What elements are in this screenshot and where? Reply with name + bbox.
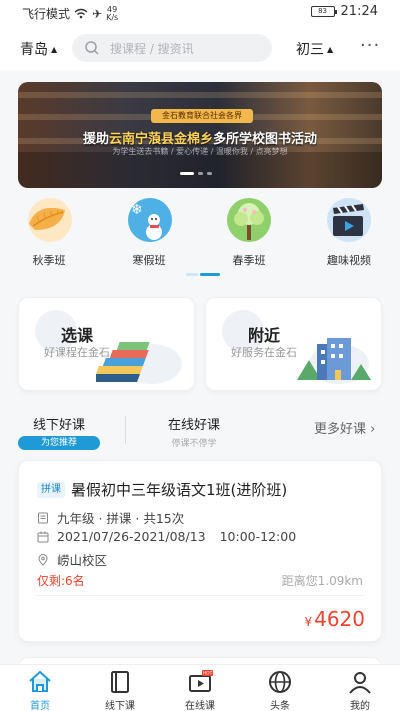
grade-selector[interactable]: 初三 ▲	[296, 39, 333, 59]
tab-divider	[125, 416, 126, 444]
person-icon	[349, 672, 371, 694]
calendar-icon	[37, 531, 49, 542]
top-header: 青岛 ▲ 搜课程 / 搜资讯 初三 ▲ ···	[0, 26, 400, 70]
category-autumn[interactable]: 秋季班	[14, 196, 84, 268]
course-type-badge: 拼课	[37, 482, 65, 498]
course-price: ¥4620	[304, 607, 365, 631]
city-selector[interactable]: 青岛 ▲	[20, 39, 57, 59]
chevron-right-icon: ›	[370, 422, 376, 437]
banner-org-tag: 金石教育联合社会各界	[151, 109, 253, 123]
book-icon	[111, 671, 129, 693]
document-icon	[38, 512, 48, 523]
course-tabs: 线下好课 为您推荐 在线好课 停课不停学 更多好课 ›	[0, 410, 400, 450]
tv-play-icon: HOT	[189, 670, 213, 692]
category-row: 秋季班 ❄ 寒假班 春季班 趣味视频	[0, 196, 400, 272]
banner-bookshelf-decor	[18, 92, 382, 98]
tab-tag: 停课不停学	[171, 439, 217, 449]
search-icon	[85, 41, 99, 55]
promo-title: 附近	[248, 326, 281, 345]
course-title: 暑假初中三年级语文1班(进阶班)	[71, 481, 288, 499]
search-placeholder: 搜课程 / 搜资讯	[110, 42, 194, 56]
svg-text:HOT: HOT	[203, 671, 213, 677]
promo-card-nearby[interactable]: 附近 好服务在金石	[205, 297, 382, 391]
course-campus-row: 崂山校区	[37, 550, 107, 569]
location-pin-icon	[38, 553, 48, 566]
caret-down-icon: ▲	[51, 45, 58, 54]
distance-label: 距离您1.09km	[281, 574, 363, 588]
books-icon	[96, 342, 182, 384]
category-fun-video[interactable]: 趣味视频	[314, 196, 384, 268]
category-scroll-indicator	[186, 273, 220, 276]
banner-dot	[198, 172, 203, 175]
banner-pagination	[180, 172, 212, 175]
banner-dot	[207, 172, 212, 175]
nav-home[interactable]: 首页	[10, 669, 70, 711]
caret-down-icon: ▲	[327, 45, 334, 54]
more-courses-link[interactable]: 更多好课 ›	[314, 418, 375, 437]
building-icon	[297, 338, 371, 384]
banner-subline: 为学生送去书籍 / 爱心传递 / 温暖你我 / 点亮梦想	[112, 147, 288, 156]
promo-title: 选课	[61, 326, 94, 345]
svg-text:❄: ❄	[131, 202, 143, 218]
status-bar: 飞行模式 ✈ 49 K/s 83 21:24	[0, 0, 400, 26]
search-bar[interactable]: 搜课程 / 搜资讯	[72, 34, 272, 62]
tab-tag: 为您推荐	[18, 436, 100, 450]
network-speed: 49 K/s	[106, 4, 119, 22]
home-icon	[29, 670, 51, 692]
nav-online-courses[interactable]: HOT 在线课	[170, 669, 230, 711]
snowman-icon: ❄	[128, 198, 172, 242]
clock: 21:24	[340, 4, 378, 19]
banner-dot-active	[180, 172, 194, 175]
nav-profile[interactable]: 我的	[330, 669, 390, 711]
battery-icon: 83	[310, 6, 337, 17]
more-menu-button[interactable]: ···	[360, 35, 380, 56]
bottom-nav: 首页 线下课 HOT 在线课 头条 我的	[0, 664, 400, 711]
course-meta-row: 九年级 · 拼课 · 共15次	[37, 508, 184, 527]
promo-card-courses[interactable]: 选课 好课程在金石	[18, 297, 195, 391]
globe-icon	[269, 671, 291, 693]
airplane-mode-text: 飞行模式	[22, 7, 71, 21]
banner-shade	[18, 152, 382, 188]
nav-headlines[interactable]: 头条	[250, 669, 310, 711]
spring-tree-icon	[227, 198, 271, 242]
wifi-icon	[74, 8, 88, 19]
tab-offline-courses[interactable]: 线下好课 为您推荐	[18, 414, 100, 450]
category-spring[interactable]: 春季班	[214, 196, 284, 268]
course-card[interactable]: 拼课 暑假初中三年级语文1班(进阶班) 九年级 · 拼课 · 共15次 2021…	[18, 460, 382, 642]
nav-offline-courses[interactable]: 线下课	[90, 669, 150, 711]
course-schedule-row: 2021/07/26-2021/08/13 10:00-12:00	[37, 529, 296, 544]
category-winter[interactable]: ❄ 寒假班	[114, 196, 184, 268]
tab-online-courses[interactable]: 在线好课 停课不停学	[154, 414, 234, 449]
banner-headline: 援助云南宁蒗县金棉乡多所学校图书活动	[82, 132, 318, 147]
autumn-leaf-icon	[28, 198, 72, 242]
clapperboard-icon	[327, 198, 371, 242]
airplane-icon: ✈	[92, 6, 103, 21]
seats-remaining: 仅剩:6名	[37, 574, 85, 588]
card-divider	[37, 595, 363, 596]
